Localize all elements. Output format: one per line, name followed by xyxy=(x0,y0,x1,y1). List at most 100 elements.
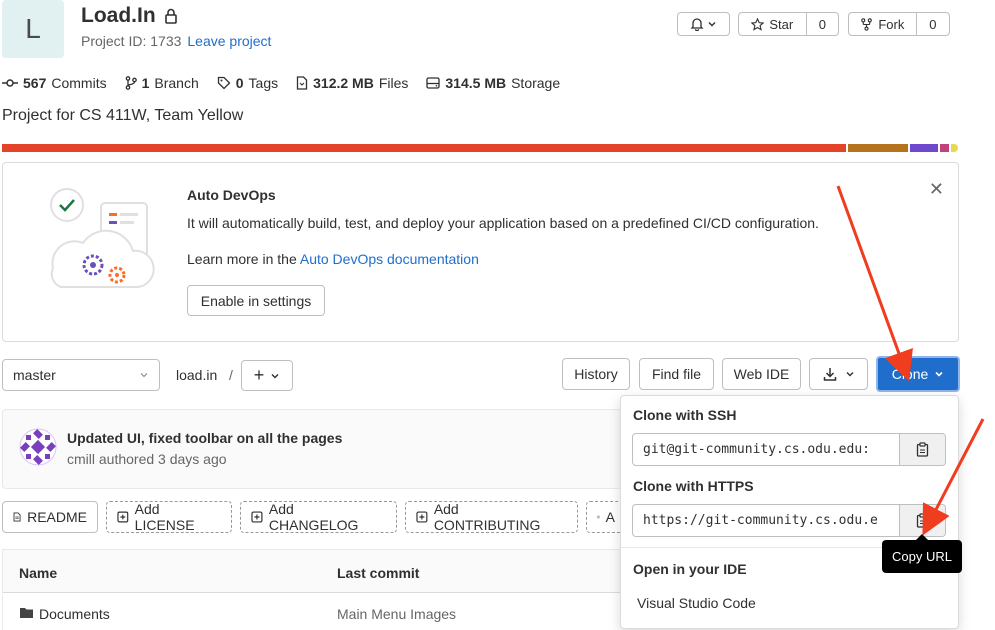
plus-square-icon xyxy=(597,515,600,519)
table-row-commit[interactable]: Main Menu Images xyxy=(337,606,456,622)
table-row[interactable]: Documents Main Menu Images xyxy=(2,594,622,630)
storage-stat[interactable]: 314.5 MB Storage xyxy=(426,75,560,91)
add-to-tree-button[interactable]: + xyxy=(241,360,293,391)
project-description: Project for CS 411W, Team Yellow xyxy=(2,107,244,124)
branch-label: Branch xyxy=(154,75,199,91)
chevron-down-icon xyxy=(935,371,943,377)
star-button[interactable]: Star xyxy=(739,13,806,35)
clone-https-header: Clone with HTTPS xyxy=(633,478,754,494)
fork-count[interactable]: 0 xyxy=(915,13,949,35)
file-text-icon xyxy=(13,512,21,522)
devops-learn-more: Learn more in the Auto DevOps documentat… xyxy=(187,251,479,267)
tags-count: 0 xyxy=(235,75,244,91)
lock-icon xyxy=(164,8,177,24)
tag-icon xyxy=(217,76,231,90)
devops-illustration xyxy=(50,188,155,288)
language-segment[interactable] xyxy=(951,144,958,152)
project-id: Project ID: 1733 xyxy=(81,33,182,49)
copy-ssh-button[interactable] xyxy=(899,434,945,465)
project-avatar: L xyxy=(2,0,64,58)
notifications-button[interactable] xyxy=(677,12,730,36)
leave-project-link[interactable]: Leave project xyxy=(187,33,271,49)
commits-stat[interactable]: 567 Commits xyxy=(2,75,107,91)
plus-square-icon xyxy=(416,511,428,523)
star-count[interactable]: 0 xyxy=(805,13,838,35)
add-contributing-label: Add CONTRIBUTING xyxy=(433,501,541,533)
close-icon[interactable]: ✕ xyxy=(929,179,944,200)
open-in-ide-header: Open in your IDE xyxy=(633,561,747,577)
breadcrumb-project[interactable]: load.in xyxy=(176,367,217,383)
plus-square-icon xyxy=(251,511,263,523)
enable-in-settings-button[interactable]: Enable in settings xyxy=(187,285,325,316)
language-segment[interactable] xyxy=(910,144,938,152)
bell-icon xyxy=(690,18,704,31)
download-button[interactable] xyxy=(809,358,868,390)
table-row-name[interactable]: Documents xyxy=(39,606,110,622)
download-icon xyxy=(823,368,836,381)
fork-button[interactable]: Fork xyxy=(849,13,916,35)
language-segment[interactable] xyxy=(2,144,846,152)
clipboard-icon xyxy=(916,513,929,528)
devops-body: It will automatically build, test, and d… xyxy=(187,215,819,231)
copy-url-tooltip: Copy URL xyxy=(882,534,962,573)
fork-button-group[interactable]: Fork 0 xyxy=(848,12,950,36)
commits-count: 567 xyxy=(23,75,47,91)
files-stat[interactable]: 312.2 MB Files xyxy=(296,75,408,91)
find-file-button[interactable]: Find file xyxy=(639,358,714,390)
branch-count: 1 xyxy=(141,75,150,91)
readme-label: README xyxy=(27,509,87,525)
project-title-row: Load.In xyxy=(81,4,178,28)
devops-learn-prefix: Learn more in the xyxy=(187,251,297,267)
fork-label: Fork xyxy=(878,16,905,32)
project-title: Load.In xyxy=(81,4,156,27)
add-changelog-button[interactable]: Add CHANGELOG xyxy=(240,501,397,533)
files-label: Files xyxy=(378,75,409,91)
devops-docs-link[interactable]: Auto DevOps documentation xyxy=(300,251,479,267)
clone-button[interactable]: Clone xyxy=(876,356,960,392)
files-size: 312.2 MB xyxy=(313,75,374,91)
breadcrumb-separator: / xyxy=(229,367,233,383)
storage-icon xyxy=(426,77,441,89)
file-table-header: Name Last commit xyxy=(2,549,622,593)
star-icon xyxy=(751,17,765,31)
devops-title: Auto DevOps xyxy=(187,187,276,203)
add-changelog-label: Add CHANGELOG xyxy=(268,501,359,533)
file-icon xyxy=(296,76,308,90)
author-avatar[interactable] xyxy=(19,428,57,466)
branch-stat[interactable]: 1 Branch xyxy=(125,75,199,91)
ssh-url-input[interactable]: git@git-community.cs.odu.edu: xyxy=(633,434,899,465)
language-segment[interactable] xyxy=(940,144,949,152)
ssh-url-field[interactable]: git@git-community.cs.odu.edu: xyxy=(632,433,946,466)
star-label: Star xyxy=(769,16,794,32)
history-button[interactable]: History xyxy=(562,358,630,390)
star-button-group[interactable]: Star 0 xyxy=(738,12,839,36)
chevron-down-icon xyxy=(140,373,148,378)
commit-author-line: cmill authored 3 days ago xyxy=(67,451,227,467)
add-more-label: A xyxy=(605,509,615,525)
clone-ssh-header: Clone with SSH xyxy=(633,407,737,423)
https-url-field[interactable]: https://git-community.cs.odu.e xyxy=(632,504,946,537)
add-license-button[interactable]: Add LICENSE xyxy=(106,501,232,533)
add-contributing-button[interactable]: Add CONTRIBUTING xyxy=(405,501,578,533)
web-ide-button[interactable]: Web IDE xyxy=(722,358,801,390)
language-segment[interactable] xyxy=(848,144,908,152)
copy-https-button[interactable] xyxy=(899,505,945,536)
chevron-down-icon xyxy=(271,373,279,378)
tags-stat[interactable]: 0 Tags xyxy=(217,75,278,91)
branch-select-value: master xyxy=(13,367,56,383)
commit-icon xyxy=(2,79,18,87)
clone-label: Clone xyxy=(891,366,929,382)
readme-button[interactable]: README xyxy=(2,501,98,533)
commit-message[interactable]: Updated UI, fixed toolbar on all the pag… xyxy=(67,430,342,446)
commits-label: Commits xyxy=(51,75,107,91)
add-license-label: Add LICENSE xyxy=(134,501,195,533)
last-commit-panel: Updated UI, fixed toolbar on all the pag… xyxy=(2,409,622,489)
https-url-input[interactable]: https://git-community.cs.odu.e xyxy=(633,505,899,536)
chevron-down-icon xyxy=(846,372,853,377)
branch-select[interactable]: master xyxy=(2,359,160,391)
project-meta: Project ID: 1733 Leave project xyxy=(81,33,271,49)
repository-languages-bar xyxy=(2,144,960,152)
auto-devops-banner: Auto DevOps It will automatically build,… xyxy=(2,162,959,342)
tags-label: Tags xyxy=(248,75,279,91)
ide-option-vscode[interactable]: Visual Studio Code xyxy=(637,595,756,611)
